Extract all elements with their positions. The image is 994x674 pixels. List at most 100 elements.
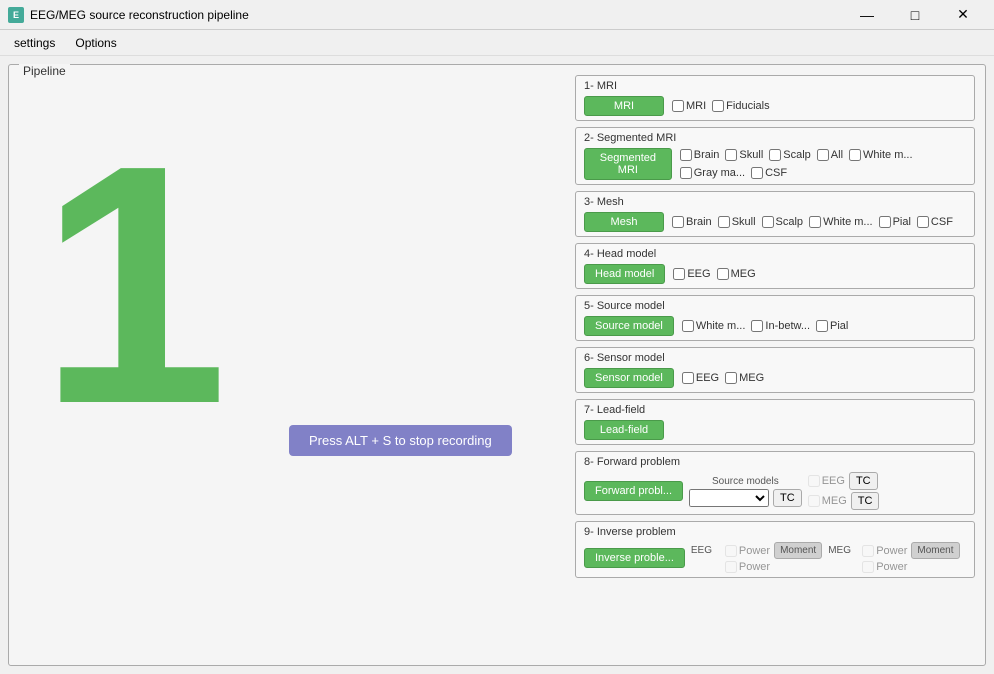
step-sensor-row: Sensor model EEG MEG: [584, 368, 966, 388]
mesh-button[interactable]: Mesh: [584, 212, 664, 232]
pipeline-panel: Pipeline 1 Press ALT + S to stop recordi…: [8, 64, 986, 666]
inv-eeg-power2-cb[interactable]: Power: [725, 561, 770, 573]
source-models-select-row: TC: [689, 489, 802, 507]
forward-eeg-cb[interactable]: EEG: [808, 475, 845, 487]
mesh-pial-cb[interactable]: Pial: [879, 216, 911, 228]
forward-tc-button[interactable]: TC: [773, 489, 802, 507]
seg-brain-cb[interactable]: Brain: [680, 149, 720, 161]
step-mri: 1- MRI MRI MRI Fiducials: [575, 75, 975, 121]
window-controls: — □ ✕: [844, 0, 986, 30]
inv-eeg-moment-button[interactable]: Moment: [774, 542, 822, 559]
seg-scalp-cb[interactable]: Scalp: [769, 149, 811, 161]
step-source-row: Source model White m... In-betw... Pi: [584, 316, 966, 336]
seg-white-cb[interactable]: White m...: [849, 149, 913, 161]
mri-mri-checkbox[interactable]: MRI: [672, 100, 706, 112]
window-title: EEG/MEG source reconstruction pipeline: [30, 8, 249, 22]
step-segmented-mri: 2- Segmented MRI Segmented MRI Brain Sku…: [575, 127, 975, 185]
menu-settings[interactable]: settings: [4, 34, 65, 52]
source-models-dropdown[interactable]: [689, 489, 769, 507]
head-checkboxes: EEG MEG: [673, 268, 755, 280]
step-head-title: 4- Head model: [584, 248, 966, 260]
inv-meg-power2-cb[interactable]: Power: [862, 561, 907, 573]
head-eeg-cb[interactable]: EEG: [673, 268, 710, 280]
mesh-csf-cb[interactable]: CSF: [917, 216, 953, 228]
inv-meg-label: MEG: [828, 545, 858, 556]
step-lead-field: 7- Lead-field Lead-field: [575, 399, 975, 445]
step-mri-row: MRI MRI Fiducials: [584, 96, 966, 116]
inv-meg-power-cb[interactable]: Power: [862, 545, 907, 557]
step-sensor-title: 6- Sensor model: [584, 352, 966, 364]
seg-all-cb[interactable]: All: [817, 149, 843, 161]
mri-fiducials-checkbox[interactable]: Fiducials: [712, 100, 769, 112]
forward-meg-cb[interactable]: MEG: [808, 495, 847, 507]
maximize-button[interactable]: □: [892, 0, 938, 30]
sensor-checkboxes: EEG MEG: [682, 372, 764, 384]
step-source-model: 5- Source model Source model White m... …: [575, 295, 975, 341]
source-models-group: Source models TC: [689, 476, 802, 507]
step-seg-title: 2- Segmented MRI: [584, 132, 966, 144]
forward-eeg-tc-button[interactable]: TC: [849, 472, 878, 490]
step-mesh: 3- Mesh Mesh Brain Skull: [575, 191, 975, 237]
inv-eeg-group: EEG Power Moment Power: [691, 542, 822, 573]
forward-eeg-row: EEG TC: [808, 472, 880, 490]
steps-area: 1- MRI MRI MRI Fiducials: [575, 75, 975, 578]
sensor-meg-cb[interactable]: MEG: [725, 372, 764, 384]
inv-eeg-power-cb[interactable]: Power: [725, 545, 770, 557]
inverse-problem-button[interactable]: Inverse proble...: [584, 548, 685, 568]
sensor-eeg-cb[interactable]: EEG: [682, 372, 719, 384]
sensor-model-button[interactable]: Sensor model: [584, 368, 674, 388]
src-inbetw-cb[interactable]: In-betw...: [751, 320, 810, 332]
step-lead-title: 7- Lead-field: [584, 404, 966, 416]
forward-meg-row: MEG TC: [808, 492, 880, 510]
overlay-banner: Press ALT + S to stop recording: [289, 425, 512, 456]
minimize-button[interactable]: —: [844, 0, 890, 30]
source-models-label: Source models: [712, 476, 779, 487]
forward-eeg-meg-col: EEG TC MEG TC: [808, 472, 880, 510]
src-pial-cb[interactable]: Pial: [816, 320, 848, 332]
step-inverse-problem: 9- Inverse problem Inverse proble... EEG…: [575, 521, 975, 578]
head-model-button[interactable]: Head model: [584, 264, 665, 284]
step-forward-problem: 8- Forward problem Forward probl... Sour…: [575, 451, 975, 515]
mesh-brain-cb[interactable]: Brain: [672, 216, 712, 228]
step-seg-row: Segmented MRI Brain Skull Scalp: [584, 148, 966, 180]
menu-options[interactable]: Options: [65, 34, 126, 52]
forward-row: Forward probl... Source models TC: [584, 472, 966, 510]
source-model-button[interactable]: Source model: [584, 316, 674, 336]
seg-csf-cb[interactable]: CSF: [751, 167, 787, 179]
forward-problem-button[interactable]: Forward probl...: [584, 481, 683, 501]
mesh-skull-cb[interactable]: Skull: [718, 216, 756, 228]
seg-gray-cb[interactable]: Gray ma...: [680, 167, 745, 179]
mesh-scalp-cb[interactable]: Scalp: [762, 216, 804, 228]
menu-bar: settings Options: [0, 30, 994, 56]
step-head-row: Head model EEG MEG: [584, 264, 966, 284]
inverse-row: Inverse proble... EEG Power Moment: [584, 542, 966, 573]
inv-meg-moment-button[interactable]: Moment: [911, 542, 959, 559]
segmented-mri-button[interactable]: Segmented MRI: [584, 148, 672, 180]
inv-eeg-label: EEG: [691, 545, 721, 556]
mri-checkboxes: MRI Fiducials: [672, 100, 770, 112]
lead-field-button[interactable]: Lead-field: [584, 420, 664, 440]
step-head-model: 4- Head model Head model EEG MEG: [575, 243, 975, 289]
large-number: 1: [39, 115, 228, 455]
source-checkboxes: White m... In-betw... Pial: [682, 320, 849, 332]
mesh-white-cb[interactable]: White m...: [809, 216, 873, 228]
mri-button[interactable]: MRI: [584, 96, 664, 116]
step-mri-title: 1- MRI: [584, 80, 966, 92]
inv-meg-row2: Power: [828, 561, 959, 573]
step-mesh-title: 3- Mesh: [584, 196, 966, 208]
step-forward-title: 8- Forward problem: [584, 456, 966, 468]
step-lead-row: Lead-field: [584, 420, 966, 440]
pipeline-label: Pipeline: [19, 64, 70, 78]
inv-meg-row1: MEG Power Moment: [828, 542, 959, 559]
step-mesh-row: Mesh Brain Skull Scalp: [584, 212, 966, 232]
app-icon: E: [8, 7, 24, 23]
src-white-cb[interactable]: White m...: [682, 320, 746, 332]
forward-meg-tc-button[interactable]: TC: [851, 492, 880, 510]
inv-eeg-row1: EEG Power Moment: [691, 542, 822, 559]
head-meg-cb[interactable]: MEG: [717, 268, 756, 280]
mesh-checkboxes: Brain Skull Scalp White m...: [672, 216, 953, 228]
step-inverse-title: 9- Inverse problem: [584, 526, 966, 538]
inv-eeg-row2: Power: [691, 561, 822, 573]
seg-skull-cb[interactable]: Skull: [725, 149, 763, 161]
close-button[interactable]: ✕: [940, 0, 986, 30]
